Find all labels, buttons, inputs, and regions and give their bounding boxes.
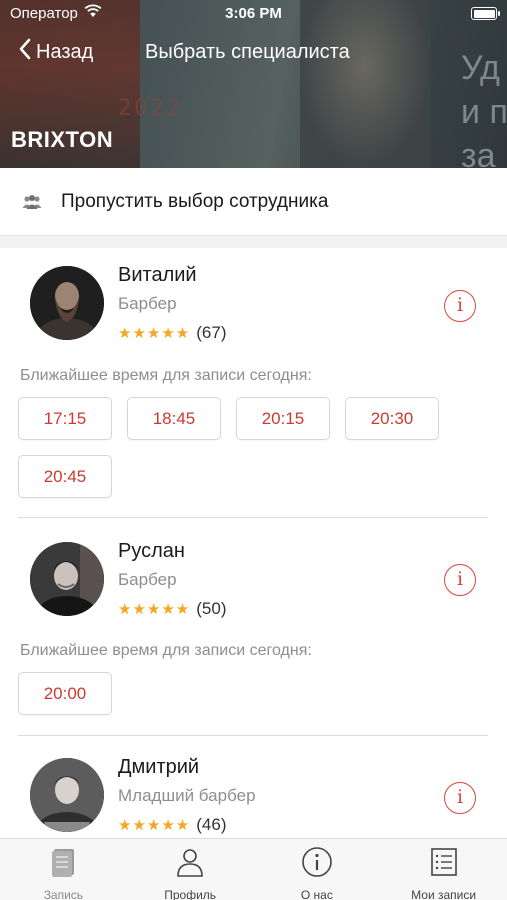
chevron-left-icon (18, 38, 32, 66)
avatar (30, 542, 104, 616)
tab-label: Мои записи (411, 888, 477, 900)
time-slot-button[interactable]: 20:45 (18, 455, 112, 498)
specialist-name: Руслан (118, 540, 185, 562)
tab-label: О нас (300, 888, 333, 900)
book-icon (46, 845, 80, 884)
status-bar: Оператор 3:06 PM (0, 0, 507, 28)
tab-booking[interactable]: Запись (0, 839, 127, 900)
back-label: Назад (36, 40, 94, 63)
info-button[interactable]: i (444, 290, 476, 322)
list-icon (427, 845, 461, 884)
time-slots: 20:00 (18, 672, 488, 715)
tab-profile[interactable]: Профиль (127, 839, 254, 900)
specialist-name: Виталий (118, 264, 197, 286)
avatar (30, 758, 104, 832)
banner-year-text: 2022 (118, 96, 183, 121)
page-title: Выбрать специалиста (145, 41, 350, 63)
time-slot-button[interactable]: 20:30 (345, 397, 439, 440)
tab-label: Запись (43, 888, 84, 900)
specialist-card[interactable]: Виталий Барбер ★★★★★ (67) i Ближайшее вр… (0, 248, 507, 518)
rating: ★★★★★ (46) (118, 815, 226, 835)
time-slot-button[interactable]: 18:45 (127, 397, 221, 440)
specialist-card[interactable]: Руслан Барбер ★★★★★ (50) i Ближайшее вре… (0, 518, 507, 736)
skip-label: Пропустить выбор сотрудника (61, 190, 329, 212)
time-slots: 17:15 18:45 20:15 20:30 20:45 (18, 397, 488, 498)
tab-my-bookings[interactable]: Мои записи (380, 839, 507, 900)
specialist-role: Барбер (118, 294, 177, 313)
time-slot-button[interactable]: 17:15 (18, 397, 112, 440)
avatar (30, 266, 104, 340)
star-rating-icon: ★★★★★ (118, 601, 191, 618)
review-count: (46) (196, 815, 227, 834)
review-count: (67) (196, 323, 227, 342)
rating: ★★★★★ (50) (118, 599, 226, 619)
review-count: (50) (196, 599, 227, 618)
specialist-role: Барбер (118, 570, 177, 589)
battery-icon (471, 7, 500, 20)
tab-label: Профиль (164, 888, 217, 900)
header-banner: 2022 Уд и пр за Оператор 3:06 PM Назад В… (0, 0, 507, 168)
clock: 3:06 PM (225, 5, 282, 22)
specialist-list[interactable]: Виталий Барбер ★★★★★ (67) i Ближайшее вр… (0, 248, 507, 838)
rating: ★★★★★ (67) (118, 323, 226, 343)
time-slot-button[interactable]: 20:15 (236, 397, 330, 440)
star-rating-icon: ★★★★★ (118, 325, 191, 342)
star-rating-icon: ★★★★★ (118, 817, 191, 834)
banner-background-text: Уд и пр за (461, 49, 507, 168)
nearest-time-label: Ближайшее время для записи сегодня: (20, 367, 312, 384)
group-icon (21, 194, 43, 210)
time-slot-button[interactable]: 20:00 (18, 672, 112, 715)
person-icon (173, 845, 207, 884)
specialist-name: Дмитрий (118, 756, 200, 778)
info-button[interactable]: i (444, 782, 476, 814)
section-gap (0, 236, 507, 248)
tab-about[interactable]: О нас (254, 839, 381, 900)
back-button[interactable]: Назад (18, 38, 93, 66)
specialist-role: Младший барбер (118, 786, 256, 805)
info-button[interactable]: i (444, 564, 476, 596)
brand-name: BRIXTON (11, 127, 114, 152)
specialist-card[interactable]: Дмитрий Младший барбер ★★★★★ (46) i (0, 736, 507, 838)
info-icon (300, 845, 334, 884)
tab-bar: Запись Профиль О нас Мои записи (0, 838, 507, 900)
skip-employee-selection-row[interactable]: Пропустить выбор сотрудника (0, 168, 507, 236)
nearest-time-label: Ближайшее время для записи сегодня: (20, 642, 312, 659)
